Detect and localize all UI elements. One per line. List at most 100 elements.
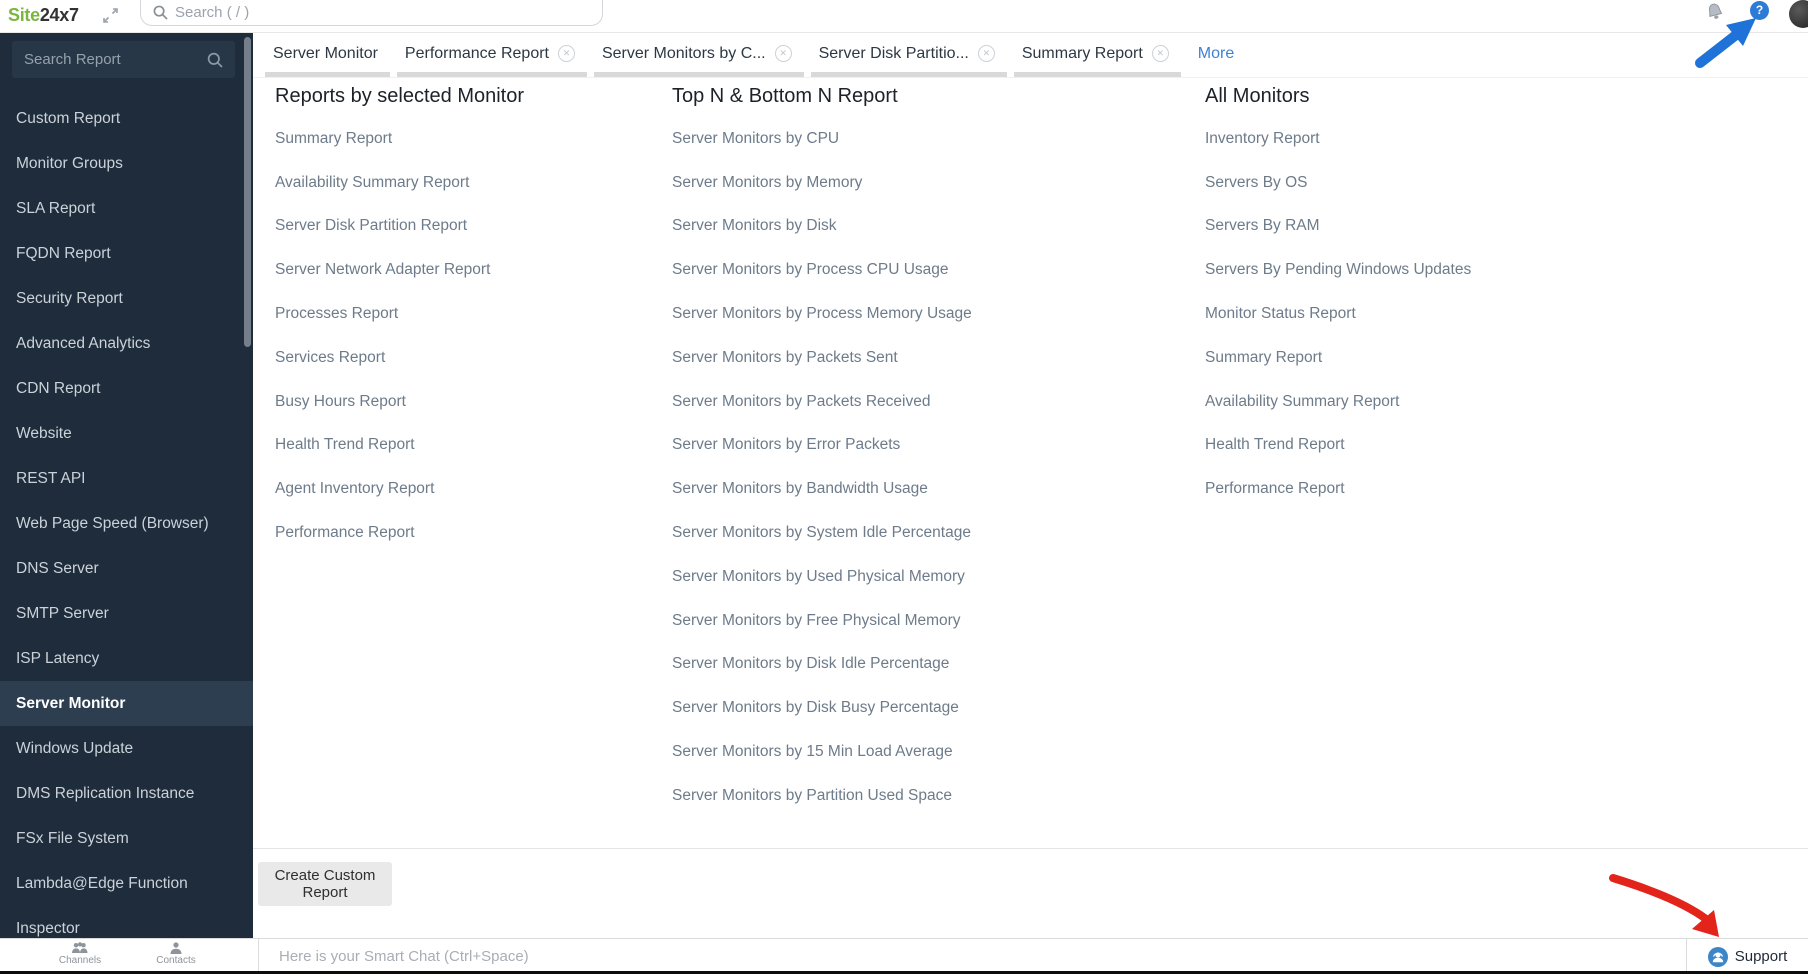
report-link[interactable]: Performance Report: [275, 511, 524, 555]
report-link[interactable]: Server Monitors by Free Physical Memory: [672, 599, 972, 643]
report-link[interactable]: Server Disk Partition Report: [275, 205, 524, 249]
tab-close-icon[interactable]: ✕: [557, 45, 575, 62]
tab-close-icon[interactable]: ✕: [774, 45, 792, 62]
expand-icon[interactable]: [102, 7, 119, 24]
channels-shortcut[interactable]: Channels: [48, 940, 112, 966]
sidebar-item-label: Inspector: [16, 919, 80, 937]
report-tab[interactable]: Server Disk Partitio... ✕: [810, 33, 1007, 77]
report-link[interactable]: Processes Report: [275, 292, 524, 336]
help-icon[interactable]: ?: [1750, 1, 1769, 20]
report-link[interactable]: Health Trend Report: [275, 424, 524, 468]
tabs-more-link[interactable]: More: [1188, 33, 1244, 77]
sidebar-item[interactable]: Web Page Speed (Browser): [0, 501, 253, 546]
report-link[interactable]: Server Monitors by Disk: [672, 205, 972, 249]
global-search-box: [140, 0, 603, 26]
sidebar-scrollbar-thumb[interactable]: [244, 37, 251, 347]
sidebar-item[interactable]: DNS Server: [0, 546, 253, 591]
report-link[interactable]: Server Monitors by System Idle Percentag…: [672, 511, 972, 555]
sidebar-item-label: SMTP Server: [16, 604, 109, 622]
sidebar-item[interactable]: SMTP Server: [0, 591, 253, 636]
sidebar-item[interactable]: FQDN Report: [0, 231, 253, 276]
tab-label: Server Disk Partitio...: [818, 44, 969, 62]
report-link[interactable]: Agent Inventory Report: [275, 467, 524, 511]
sidebar-item[interactable]: Server Monitor: [0, 681, 253, 726]
top-bar: Site24x7 ?: [0, 0, 1808, 33]
report-link[interactable]: Health Trend Report: [1205, 424, 1471, 468]
column-all-monitors: All Monitors Inventory Report Servers By …: [1205, 85, 1471, 511]
report-link[interactable]: Busy Hours Report: [275, 380, 524, 424]
tab-close-icon[interactable]: ✕: [977, 45, 995, 62]
channels-label: Channels: [58, 955, 102, 966]
tab-label: Summary Report: [1021, 44, 1143, 62]
sidebar-item-label: Server Monitor: [16, 694, 126, 712]
notification-bell-icon[interactable]: [1704, 1, 1726, 23]
sidebar-item[interactable]: REST API: [0, 456, 253, 501]
people-group-icon: [72, 942, 88, 953]
report-tab[interactable]: Server Monitor: [265, 33, 390, 77]
sidebar-item[interactable]: ISP Latency: [0, 636, 253, 681]
report-link[interactable]: Server Monitors by Bandwidth Usage: [672, 467, 972, 511]
report-link[interactable]: Availability Summary Report: [275, 161, 524, 205]
report-link[interactable]: Server Monitors by Memory: [672, 161, 972, 205]
sidebar-item-label: Advanced Analytics: [16, 334, 151, 352]
sidebar-item[interactable]: Inspector: [0, 906, 253, 938]
report-link[interactable]: Summary Report: [1205, 336, 1471, 380]
report-link[interactable]: Server Monitors by Disk Idle Percentage: [672, 643, 972, 687]
report-tab[interactable]: Performance Report ✕: [396, 33, 587, 77]
report-link[interactable]: Performance Report: [1205, 467, 1471, 511]
sidebar-item[interactable]: Website: [0, 411, 253, 456]
report-link-list: Summary Report Availability Summary Repor…: [275, 117, 524, 555]
report-link[interactable]: Server Monitors by Process CPU Usage: [672, 248, 972, 292]
report-link[interactable]: Server Monitors by CPU: [672, 117, 972, 161]
sidebar-item[interactable]: Monitor Groups: [0, 141, 253, 186]
report-link[interactable]: Services Report: [275, 336, 524, 380]
tab-close-icon[interactable]: ✕: [1151, 45, 1169, 62]
report-link[interactable]: Monitor Status Report: [1205, 292, 1471, 336]
smart-chat-input[interactable]: [279, 948, 1616, 965]
sidebar-item[interactable]: FSx File System: [0, 816, 253, 861]
search-icon: [207, 52, 223, 68]
report-link[interactable]: Server Monitors by Packets Sent: [672, 336, 972, 380]
user-avatar[interactable]: [1789, 0, 1808, 28]
column-reports-by-selected-monitor: Reports by selected Monitor Summary Repo…: [275, 85, 524, 555]
sidebar-item-label: Lambda@Edge Function: [16, 874, 188, 892]
report-link[interactable]: Server Monitors by Partition Used Space: [672, 774, 972, 818]
report-link[interactable]: Summary Report: [275, 117, 524, 161]
support-headset-icon: [1707, 946, 1728, 967]
site24x7-logo[interactable]: Site24x7: [8, 5, 79, 26]
sidebar-item[interactable]: Lambda@Edge Function: [0, 861, 253, 906]
report-tab[interactable]: Summary Report ✕: [1013, 33, 1181, 77]
report-link[interactable]: Server Monitors by Error Packets: [672, 424, 972, 468]
contacts-shortcut[interactable]: Contacts: [144, 940, 208, 966]
sidebar-item[interactable]: Advanced Analytics: [0, 321, 253, 366]
sidebar-item[interactable]: CDN Report: [0, 366, 253, 411]
report-link[interactable]: Server Monitors by Disk Busy Percentage: [672, 686, 972, 730]
report-search-input[interactable]: [24, 51, 207, 68]
report-link[interactable]: Inventory Report: [1205, 117, 1471, 161]
report-link[interactable]: Servers By Pending Windows Updates: [1205, 248, 1471, 292]
report-link[interactable]: Servers By RAM: [1205, 205, 1471, 249]
logo-text-dark: 24x7: [39, 5, 79, 25]
column-title: Top N & Bottom N Report: [672, 85, 898, 107]
global-search-input[interactable]: [175, 1, 575, 23]
report-tab[interactable]: Server Monitors by C... ✕: [593, 33, 804, 77]
create-custom-report-button[interactable]: Create Custom Report: [258, 862, 392, 906]
sidebar-item[interactable]: DMS Replication Instance: [0, 771, 253, 816]
sidebar-item[interactable]: SLA Report: [0, 186, 253, 231]
sidebar-item-label: DMS Replication Instance: [16, 784, 195, 802]
report-link[interactable]: Server Monitors by Used Physical Memory: [672, 555, 972, 599]
sidebar-item[interactable]: Windows Update: [0, 726, 253, 771]
sidebar-search-box: [12, 41, 235, 78]
column-title: Reports by selected Monitor: [275, 85, 525, 107]
report-tabs: Server Monitor Performance Report ✕ Serv…: [253, 33, 1808, 78]
report-link[interactable]: Servers By OS: [1205, 161, 1471, 205]
search-icon: [153, 5, 168, 20]
report-link[interactable]: Availability Summary Report: [1205, 380, 1471, 424]
report-link[interactable]: Server Monitors by Process Memory Usage: [672, 292, 972, 336]
support-button[interactable]: Support: [1687, 939, 1808, 974]
sidebar-item[interactable]: Security Report: [0, 276, 253, 321]
report-link[interactable]: Server Monitors by 15 Min Load Average: [672, 730, 972, 774]
report-link[interactable]: Server Network Adapter Report: [275, 248, 524, 292]
report-link[interactable]: Server Monitors by Packets Received: [672, 380, 972, 424]
sidebar-item[interactable]: Custom Report: [0, 96, 253, 141]
